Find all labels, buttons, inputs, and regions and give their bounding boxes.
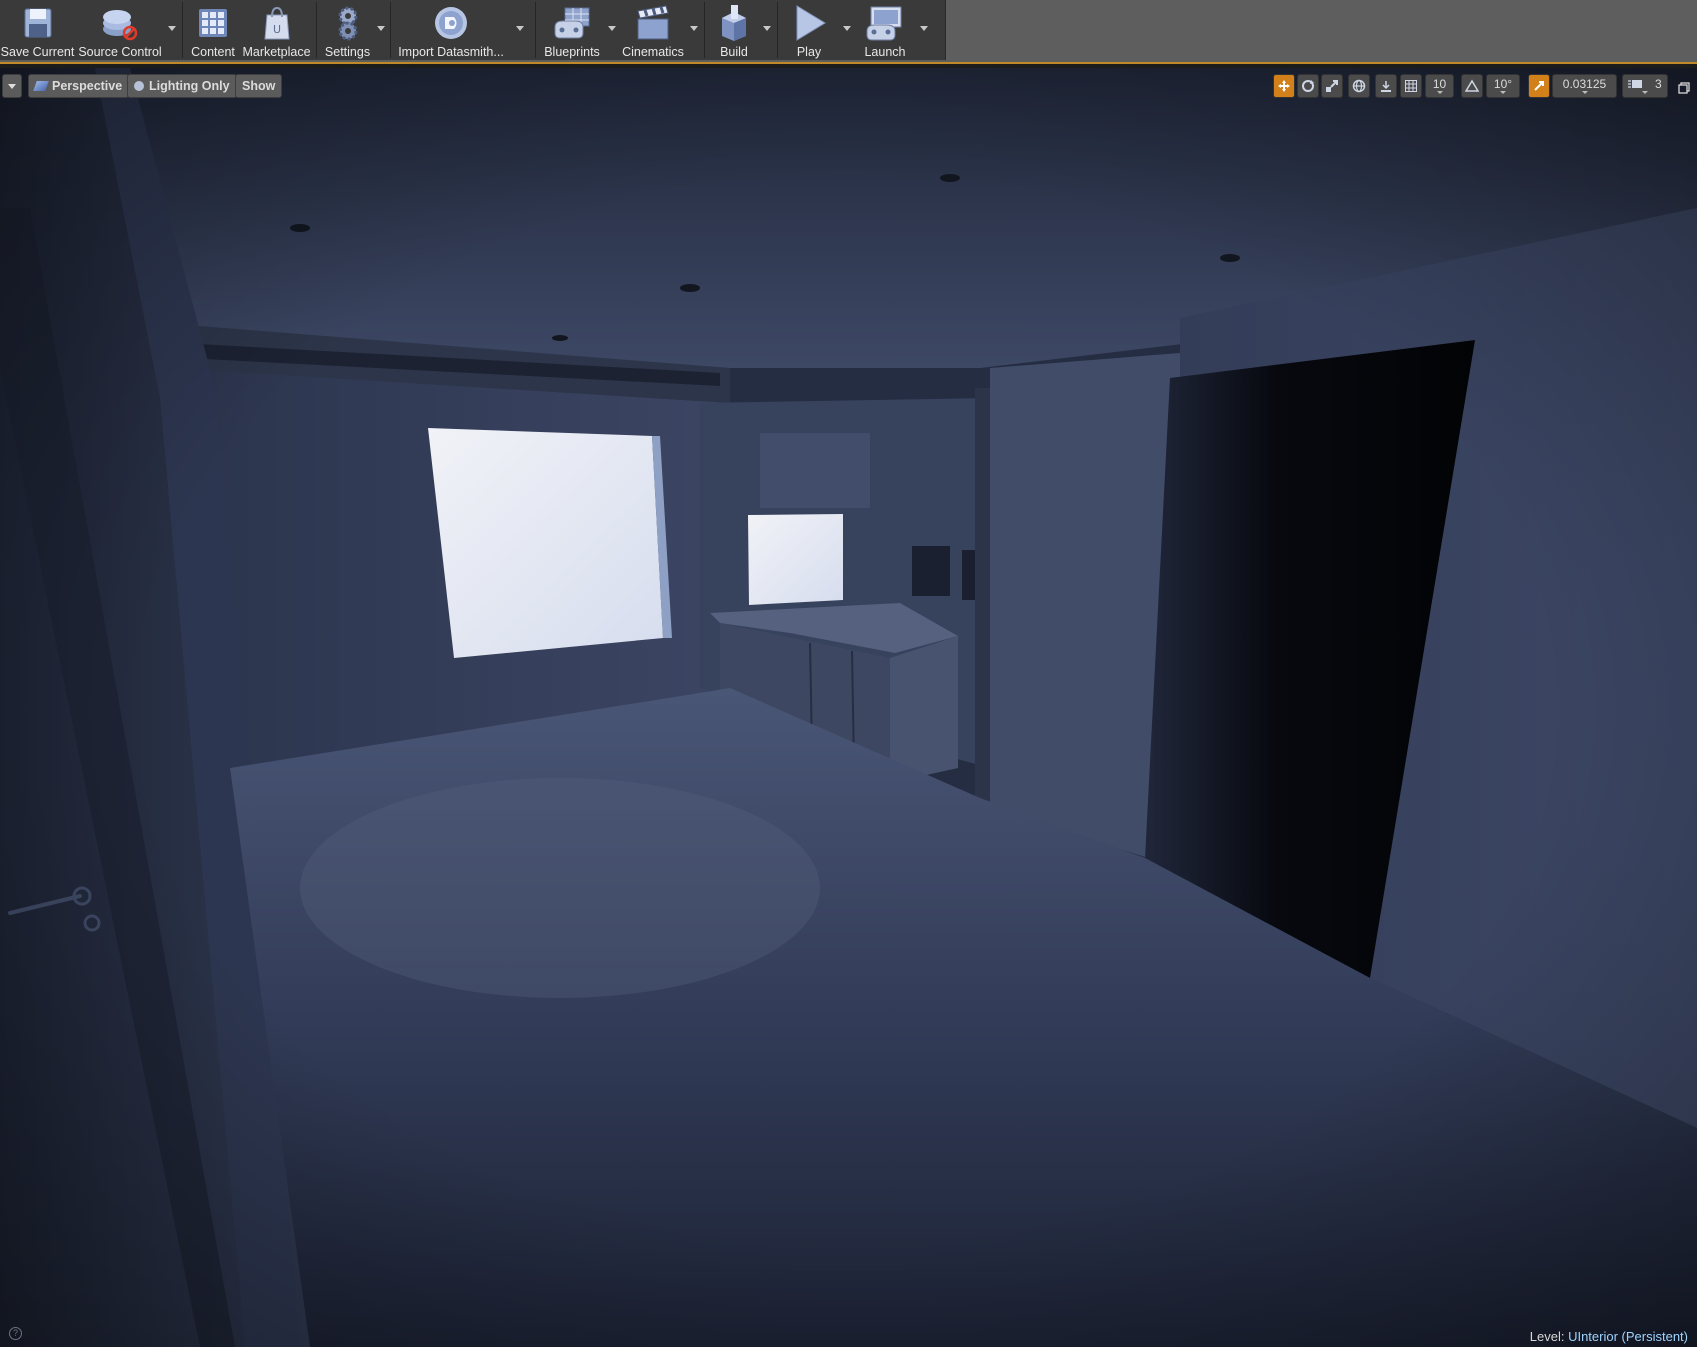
rotation-snap-value: 10° (1493, 77, 1513, 91)
datasmith-icon (431, 3, 471, 43)
build-label: Build (720, 45, 748, 59)
build-button[interactable]: Build (708, 0, 760, 60)
viewport-scene-render (0, 68, 1697, 1347)
import-datasmith-button[interactable]: Import Datasmith... (394, 0, 508, 60)
lighting-only-view-mode-button[interactable]: Lighting Only (127, 74, 237, 98)
svg-text:U: U (272, 23, 280, 36)
camera-speed-value: 3 (1654, 77, 1662, 91)
blueprints-label: Blueprints (544, 45, 600, 59)
settings-button[interactable]: Settings (320, 0, 375, 60)
perspective-icon (33, 81, 49, 91)
toolbar-separator (535, 2, 536, 58)
scale-snap-value: 0.03125 (1562, 77, 1607, 91)
perspective-view-button[interactable]: Perspective (28, 74, 130, 98)
show-flags-button[interactable]: Show (235, 74, 283, 98)
save-current-label: Save Current (0, 45, 75, 59)
cinematics-dropdown[interactable] (687, 0, 701, 60)
cinematics-label: Cinematics (622, 45, 684, 59)
perspective-label: Perspective (52, 79, 123, 93)
build-icon (714, 3, 754, 43)
import-datasmith-label: Import Datasmith... (398, 45, 504, 59)
blueprints-button[interactable]: Blueprints (539, 0, 605, 60)
scale-snap-icon[interactable] (1528, 74, 1550, 98)
surface-snapping-icon[interactable] (1375, 74, 1397, 98)
maximize-viewport-icon[interactable] (1678, 79, 1690, 94)
level-viewport[interactable]: Perspective Lighting Only Show 10 10° 0.… (0, 68, 1697, 1347)
rotation-snap-value-dropdown[interactable]: 10° (1486, 74, 1520, 98)
marketplace-icon: U (257, 3, 297, 43)
save-current-button[interactable]: Save Current (0, 0, 75, 60)
chevron-down-icon (608, 26, 616, 31)
chevron-down-icon (690, 26, 698, 31)
scale-mode-icon[interactable] (1321, 74, 1343, 98)
marketplace-label: Marketplace (242, 45, 311, 59)
content-browser-icon (193, 3, 233, 43)
launch-icon (865, 3, 905, 43)
toolbar-separator (704, 2, 705, 58)
settings-dropdown[interactable] (375, 0, 387, 60)
cinematics-button[interactable]: Cinematics (619, 0, 687, 60)
toolbar-separator (182, 2, 183, 58)
settings-label: Settings (324, 45, 371, 59)
play-button[interactable]: Play (781, 0, 837, 60)
play-icon (789, 3, 829, 43)
rotation-snap-icon[interactable] (1461, 74, 1483, 98)
grid-snap-icon[interactable] (1400, 74, 1422, 98)
chevron-down-icon (763, 26, 771, 31)
toolbar-separator (316, 2, 317, 58)
camera-speed-dropdown[interactable]: 3 (1622, 74, 1668, 98)
level-name: UInterior (Persistent) (1568, 1329, 1688, 1344)
chevron-down-icon (516, 26, 524, 31)
lighting-mode-icon (134, 81, 144, 91)
main-toolbar: Save Current Source Control Content U Ma… (0, 0, 1697, 62)
translate-mode-icon[interactable] (1273, 74, 1295, 98)
grid-snap-value-dropdown[interactable]: 10 (1425, 74, 1454, 98)
save-icon (18, 3, 58, 43)
blueprints-dropdown[interactable] (605, 0, 619, 60)
chevron-down-icon (1642, 91, 1648, 94)
source-control-button[interactable]: Source Control (75, 0, 165, 60)
settings-icon (328, 3, 368, 43)
source-control-dropdown[interactable] (165, 0, 179, 60)
toolbar-buttons: Save Current Source Control Content U Ma… (0, 0, 946, 60)
scale-snap-value-dropdown[interactable]: 0.03125 (1552, 74, 1617, 98)
source-control-icon (100, 3, 140, 43)
viewport-options-dropdown[interactable] (2, 74, 22, 98)
launch-label: Launch (864, 45, 906, 59)
marketplace-button[interactable]: U Marketplace (240, 0, 313, 60)
toolbar-separator (777, 2, 778, 58)
launch-dropdown[interactable] (913, 0, 935, 60)
launch-button[interactable]: Launch (857, 0, 913, 60)
chevron-down-icon (168, 26, 176, 31)
rotate-mode-icon[interactable] (1297, 74, 1319, 98)
lighting-only-label: Lighting Only (149, 79, 230, 93)
level-label: Level: (1529, 1329, 1565, 1344)
chevron-down-icon (8, 83, 16, 89)
world-local-coordinates-icon[interactable] (1348, 74, 1370, 98)
chevron-down-icon (920, 26, 928, 31)
toolbar-separator (390, 2, 391, 58)
blueprints-icon (552, 3, 592, 43)
cinematics-icon (633, 3, 673, 43)
chevron-down-icon (377, 26, 385, 31)
show-label: Show (242, 79, 276, 93)
chevron-down-icon (843, 26, 851, 31)
play-label: Play (796, 45, 822, 59)
play-dropdown[interactable] (837, 0, 857, 60)
chevron-down-icon (1500, 91, 1506, 94)
chevron-down-icon (1581, 91, 1588, 94)
help-icon[interactable]: ? (9, 1327, 22, 1340)
content-label: Content (191, 45, 235, 59)
chevron-down-icon (1436, 91, 1443, 94)
grid-snap-value: 10 (1432, 77, 1447, 91)
current-level-status: Level: UInterior (Persistent) (1530, 1329, 1688, 1344)
build-dropdown[interactable] (760, 0, 774, 60)
source-control-label: Source Control (78, 45, 162, 59)
content-button[interactable]: Content (186, 0, 240, 60)
import-datasmith-dropdown[interactable] (508, 0, 532, 60)
